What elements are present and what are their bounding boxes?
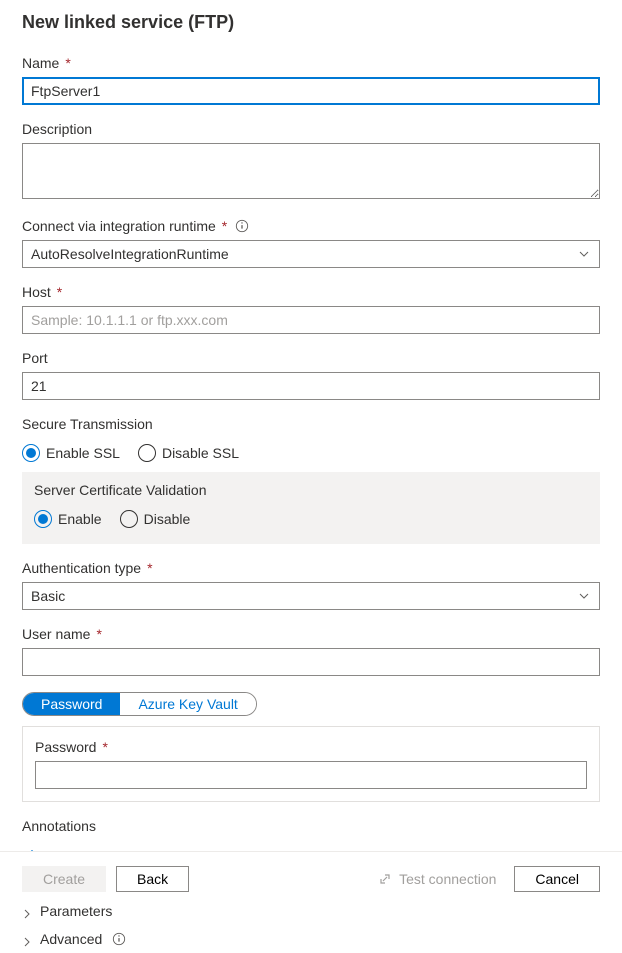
info-icon[interactable]: [112, 932, 126, 946]
secure-field-group: Secure Transmission Enable SSL Disable S…: [22, 416, 600, 544]
password-source-toggle: Password Azure Key Vault: [22, 692, 257, 716]
enable-cert-radio[interactable]: Enable: [34, 510, 102, 528]
host-label: Host*: [22, 284, 600, 300]
cancel-button[interactable]: Cancel: [514, 866, 600, 892]
password-input[interactable]: [35, 761, 587, 789]
host-field-group: Host*: [22, 284, 600, 334]
radio-icon: [22, 444, 40, 462]
secure-label: Secure Transmission: [22, 416, 600, 432]
advanced-expander[interactable]: Advanced: [22, 925, 600, 953]
disable-ssl-radio[interactable]: Disable SSL: [138, 444, 239, 462]
name-input[interactable]: [22, 77, 600, 105]
enable-ssl-radio[interactable]: Enable SSL: [22, 444, 120, 462]
ir-label: Connect via integration runtime*: [22, 218, 600, 234]
radio-icon: [34, 510, 52, 528]
test-connection-button[interactable]: Test connection: [369, 867, 504, 891]
username-label: User name*: [22, 626, 600, 642]
password-section: Password Azure Key Vault Password*: [22, 692, 600, 802]
create-button[interactable]: Create: [22, 866, 106, 892]
password-box: Password*: [22, 726, 600, 802]
auth-label: Authentication type*: [22, 560, 600, 576]
cert-label: Server Certificate Validation: [34, 482, 588, 498]
port-label: Port: [22, 350, 600, 366]
port-field-group: Port: [22, 350, 600, 400]
radio-icon: [138, 444, 156, 462]
auth-select[interactable]: [22, 582, 600, 610]
chevron-right-icon: [22, 934, 32, 944]
host-input[interactable]: [22, 306, 600, 334]
description-label: Description: [22, 121, 600, 137]
disable-cert-radio[interactable]: Disable: [120, 510, 191, 528]
connection-icon: [377, 871, 393, 887]
footer: Create Back Test connection Cancel: [0, 851, 622, 906]
description-input[interactable]: [22, 143, 600, 199]
back-button[interactable]: Back: [116, 866, 189, 892]
cert-validation-panel: Server Certificate Validation Enable Dis…: [22, 472, 600, 544]
radio-icon: [120, 510, 138, 528]
username-field-group: User name*: [22, 626, 600, 676]
akv-pill[interactable]: Azure Key Vault: [120, 693, 255, 715]
name-field-group: Name*: [22, 55, 600, 105]
auth-field-group: Authentication type*: [22, 560, 600, 610]
username-input[interactable]: [22, 648, 600, 676]
password-label: Password*: [35, 739, 587, 755]
description-field-group: Description: [22, 121, 600, 202]
name-label: Name*: [22, 55, 600, 71]
chevron-right-icon: [22, 906, 32, 916]
ir-select[interactable]: [22, 240, 600, 268]
ir-field-group: Connect via integration runtime*: [22, 218, 600, 268]
page-title: New linked service (FTP): [22, 12, 600, 33]
password-pill[interactable]: Password: [23, 693, 120, 715]
port-input[interactable]: [22, 372, 600, 400]
annotations-label: Annotations: [22, 818, 600, 834]
info-icon[interactable]: [235, 219, 249, 233]
